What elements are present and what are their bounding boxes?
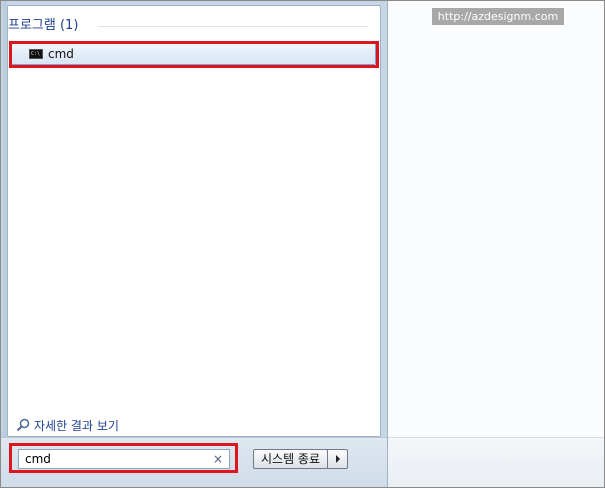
screenshot-border [0,0,605,488]
